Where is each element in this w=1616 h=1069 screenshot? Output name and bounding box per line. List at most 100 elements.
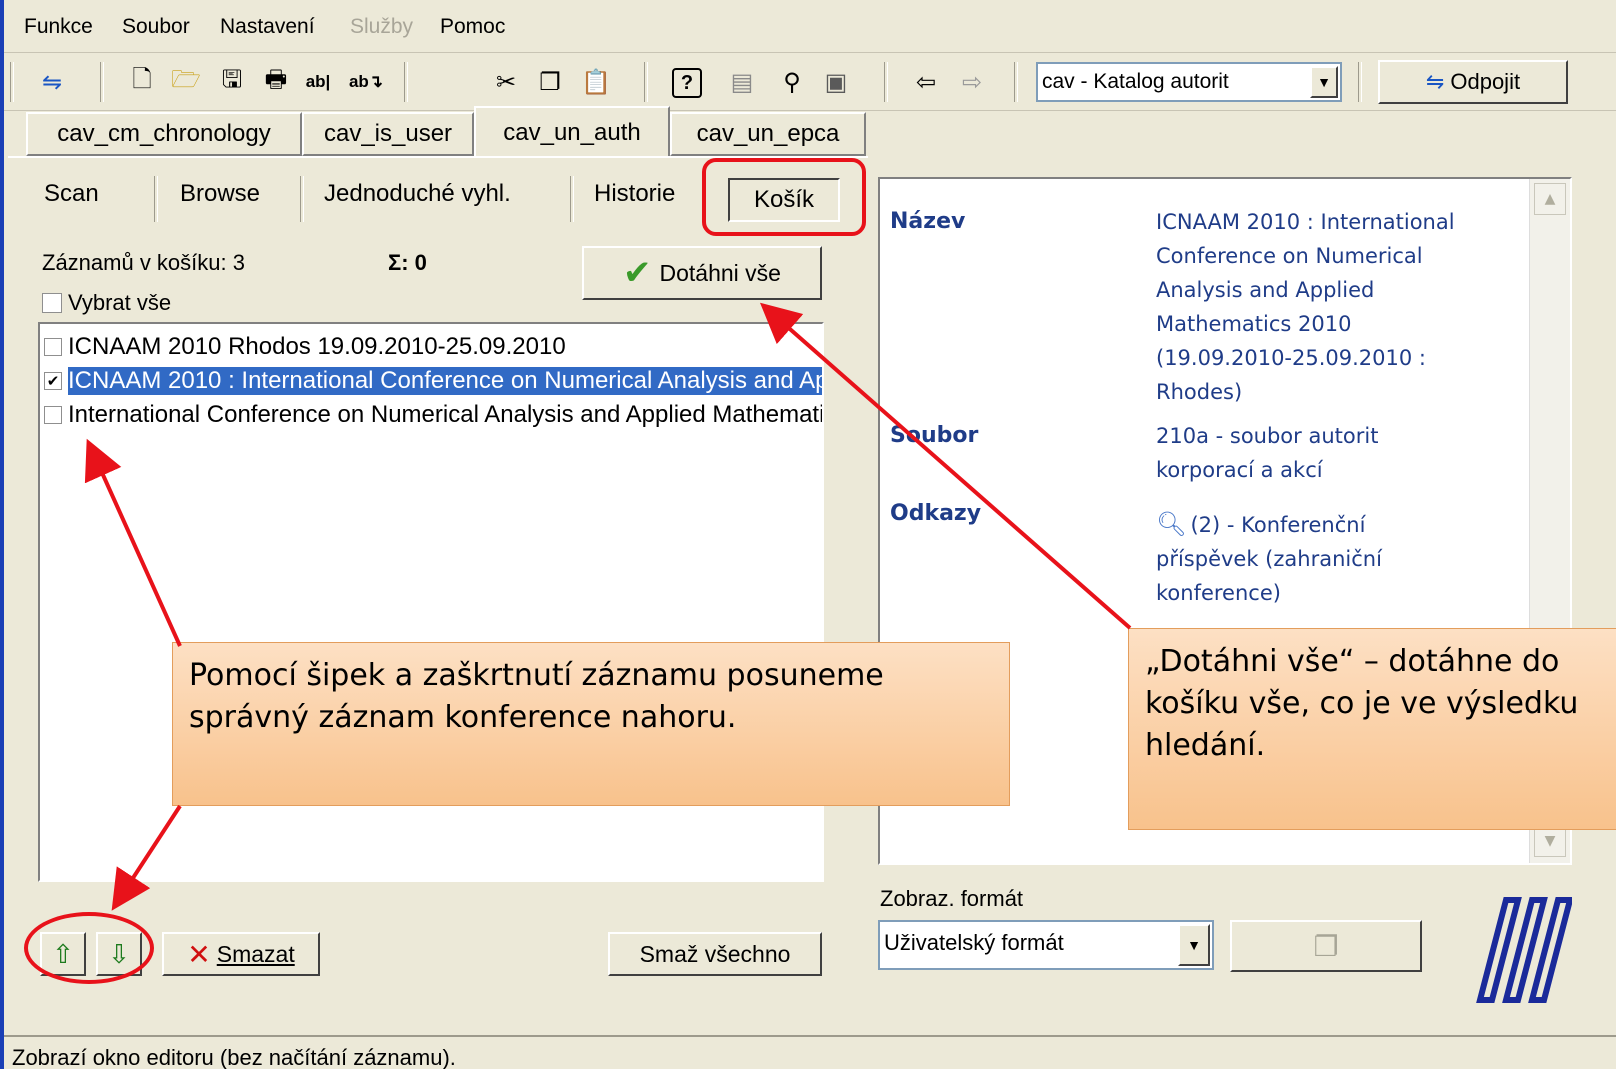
detail-line: Analysis and Applied bbox=[1156, 278, 1375, 302]
library-logo bbox=[1476, 897, 1572, 1003]
list-item-selected[interactable]: ✔ ICNAAM 2010 : International Conference… bbox=[44, 364, 822, 398]
toolbar-separator bbox=[1358, 62, 1362, 102]
detail-name-label: Název bbox=[890, 209, 966, 234]
format-window-button[interactable]: ❐ bbox=[1230, 920, 1422, 972]
tab-cav-un-epca[interactable]: cav_un_epca bbox=[670, 112, 866, 156]
form-icon[interactable]: ▤ bbox=[724, 64, 760, 100]
detail-line: korporací a akcí bbox=[1156, 458, 1323, 482]
tab-cav-cm-chronology[interactable]: cav_cm_chronology bbox=[26, 112, 302, 156]
subtab-browse[interactable]: Browse bbox=[180, 180, 260, 208]
callout-line: Pomocí šipek a zaškrtnutí záznamu posune… bbox=[189, 658, 884, 693]
subtab-scan[interactable]: Scan bbox=[44, 180, 99, 208]
menu-sluzby[interactable]: Služby bbox=[350, 15, 413, 39]
text-field-icon[interactable]: ab| bbox=[300, 64, 336, 100]
select-all-label: Vybrat vše bbox=[68, 290, 172, 315]
delete-button[interactable]: ✕ Smazat bbox=[162, 932, 320, 976]
toolbar-separator bbox=[404, 62, 408, 102]
tab-cav-un-auth[interactable]: cav_un_auth bbox=[474, 106, 670, 158]
subtab-separator bbox=[300, 176, 304, 222]
menu-bar: Funkce Soubor Nastavení Služby Pomoc bbox=[4, 0, 1616, 53]
list-item[interactable]: ICNAAM 2010 Rhodos 19.09.2010-25.09.2010 bbox=[44, 330, 822, 364]
detail-line: (19.09.2010-25.09.2010 : bbox=[1156, 346, 1426, 370]
toolbar: ⇋ 🗋 🗁 🖫 🖶 ab| ab↴ ✂ ❐ 📋 ? ▤ ⚲ ▣ ⇦ ⇨ cav … bbox=[4, 54, 1616, 111]
magnifier-icon[interactable]: 🔍︎ bbox=[1156, 510, 1186, 538]
item-checkbox-checked[interactable]: ✔ bbox=[44, 372, 62, 390]
new-file-icon[interactable]: 🗋 bbox=[124, 64, 160, 100]
search-binoculars-icon[interactable]: ⚲ bbox=[774, 64, 810, 100]
toolbar-separator bbox=[100, 62, 104, 102]
detail-line: příspěvek (zahraniční bbox=[1156, 547, 1382, 571]
select-all-box[interactable] bbox=[42, 293, 62, 313]
detail-name-value: ICNAAM 2010 : International Conference o… bbox=[1156, 205, 1536, 409]
connect-icon[interactable]: ⇋ bbox=[34, 64, 70, 100]
toolbar-separator bbox=[884, 62, 888, 102]
menu-soubor[interactable]: Soubor bbox=[122, 15, 190, 39]
window-icon[interactable]: ▣ bbox=[818, 64, 854, 100]
toolbar-separator bbox=[1014, 62, 1018, 102]
item-checkbox[interactable] bbox=[44, 338, 62, 356]
detail-line: Conference on Numerical bbox=[1156, 244, 1423, 268]
detail-line: 210a - soubor autorit bbox=[1156, 424, 1379, 448]
item-text: ICNAAM 2010 Rhodos 19.09.2010-25.09.2010 bbox=[68, 333, 566, 360]
cut-icon[interactable]: ✂ bbox=[488, 64, 524, 100]
format-value: Uživatelský formát bbox=[884, 930, 1064, 955]
print-icon[interactable]: 🖶 bbox=[258, 64, 294, 100]
basket-tab-highlight bbox=[702, 158, 866, 236]
subtab-separator bbox=[570, 176, 574, 222]
help-icon[interactable]: ? bbox=[672, 68, 702, 98]
delete-x-icon: ✕ bbox=[187, 938, 211, 970]
chevron-down-icon[interactable]: ▼ bbox=[1178, 924, 1210, 966]
menu-funkce[interactable]: Funkce bbox=[24, 15, 93, 39]
scroll-up-icon[interactable]: ▲ bbox=[1534, 183, 1566, 215]
item-text: International Conference on Numerical An… bbox=[68, 401, 822, 428]
database-combo[interactable]: cav - Katalog autorit ▼ bbox=[1036, 62, 1342, 102]
list-item[interactable]: International Conference on Numerical An… bbox=[44, 398, 822, 432]
back-arrow-icon[interactable]: ⇦ bbox=[908, 64, 944, 100]
subtab-simple-search[interactable]: Jednoduché vyhl. bbox=[324, 180, 511, 208]
disconnect-label: Odpojit bbox=[1450, 69, 1521, 94]
delete-label: Smazat bbox=[216, 940, 295, 967]
disconnect-button[interactable]: ⇋ Odpojit bbox=[1378, 60, 1568, 104]
format-label: Zobraz. formát bbox=[880, 886, 1024, 911]
detail-line: Rhodes) bbox=[1156, 380, 1243, 404]
toolbar-grip bbox=[10, 62, 14, 102]
callout-left: Pomocí šipek a zaškrtnutí záznamu posune… bbox=[172, 642, 1010, 806]
copy-icon[interactable]: ❐ bbox=[532, 64, 568, 100]
fetch-all-button[interactable]: ✔ Dotáhni vše bbox=[582, 246, 822, 300]
delete-all-button[interactable]: Smaž všechno bbox=[608, 932, 822, 976]
callout-line: košíku vše, co je ve výsledku bbox=[1145, 686, 1579, 721]
subtab-history[interactable]: Historie bbox=[594, 180, 675, 208]
app-window: Funkce Soubor Nastavení Služby Pomoc ⇋ 🗋… bbox=[0, 0, 1616, 1069]
select-all-checkbox[interactable]: Vybrat vše bbox=[42, 290, 171, 316]
status-text: Zobrazí okno editoru (bez načítání zázna… bbox=[12, 1045, 456, 1069]
subtab-separator bbox=[154, 176, 158, 222]
detail-file-label: Soubor bbox=[890, 423, 979, 448]
detail-link[interactable]: (2) - Konferenční bbox=[1190, 513, 1365, 537]
disconnect-icon: ⇋ bbox=[1425, 69, 1445, 94]
detail-line: ICNAAM 2010 : International bbox=[1156, 210, 1455, 234]
save-icon[interactable]: 🖫 bbox=[214, 64, 250, 100]
arrow-buttons-highlight bbox=[24, 912, 154, 984]
tab-cav-is-user[interactable]: cav_is_user bbox=[302, 112, 474, 156]
basket-count: Záznamů v košíku: 3 bbox=[42, 250, 245, 275]
menu-pomoc[interactable]: Pomoc bbox=[440, 15, 505, 39]
callout-line: hledání. bbox=[1145, 728, 1266, 763]
menu-nastaveni[interactable]: Nastavení bbox=[220, 15, 315, 39]
toolbar-separator bbox=[644, 62, 648, 102]
item-checkbox[interactable] bbox=[44, 406, 62, 424]
detail-links-value: 🔍︎ (2) - Konferenční příspěvek (zahraničn… bbox=[1156, 507, 1536, 610]
text-replace-icon[interactable]: ab↴ bbox=[348, 64, 384, 100]
database-combo-value: cav - Katalog autorit bbox=[1042, 70, 1229, 93]
basket-sigma: Σ: 0 bbox=[388, 250, 427, 275]
format-select[interactable]: Uživatelský formát ▼ bbox=[878, 920, 1214, 970]
detail-links-label: Odkazy bbox=[890, 501, 982, 526]
callout-line: „Dotáhni vše“ – dotáhne do bbox=[1145, 644, 1560, 679]
callout-right: „Dotáhni vše“ – dotáhne do košíku vše, c… bbox=[1128, 628, 1616, 830]
forward-arrow-icon[interactable]: ⇨ bbox=[954, 64, 990, 100]
callout-line: správný záznam konference nahoru. bbox=[189, 700, 737, 735]
open-folder-icon[interactable]: 🗁 bbox=[168, 64, 204, 100]
item-text: ICNAAM 2010 : International Conference o… bbox=[68, 367, 822, 395]
paste-icon[interactable]: 📋 bbox=[578, 64, 614, 100]
chevron-down-icon[interactable]: ▼ bbox=[1310, 66, 1338, 98]
detail-line: konference) bbox=[1156, 581, 1281, 605]
